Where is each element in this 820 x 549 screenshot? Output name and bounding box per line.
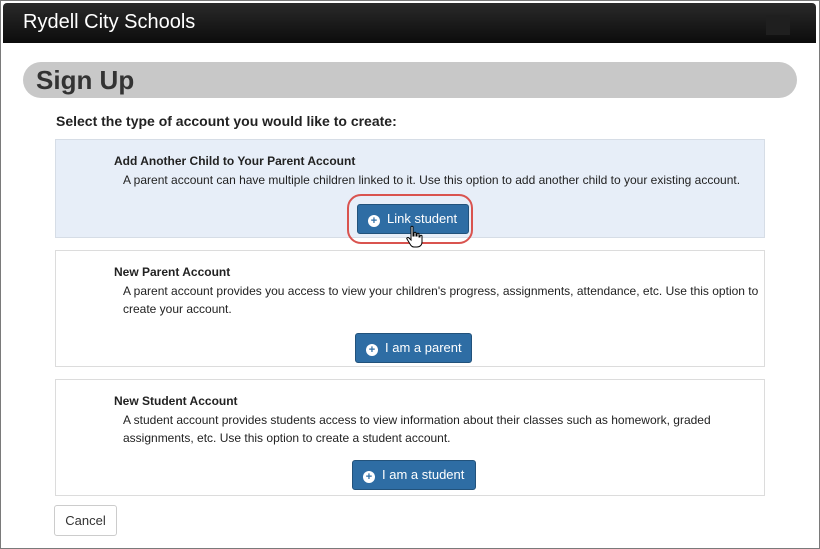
option-title: New Parent Account: [114, 265, 231, 279]
option-description: A parent account can have multiple child…: [123, 173, 741, 187]
option-title: New Student Account: [114, 394, 238, 408]
account-type-prompt: Select the type of account you would lik…: [56, 113, 397, 129]
plus-circle-icon: +: [368, 215, 380, 227]
page-heading-bar: Sign Up: [23, 62, 797, 98]
i-am-a-parent-label: I am a parent: [385, 340, 462, 355]
link-student-label: Link student: [387, 211, 458, 226]
i-am-a-student-button[interactable]: + I am a student: [352, 460, 476, 490]
option-description: A student account provides students acce…: [123, 413, 711, 445]
cancel-button[interactable]: Cancel: [54, 505, 117, 536]
page-title: Sign Up: [36, 65, 135, 95]
top-bar: Rydell City Schools: [3, 3, 816, 43]
option-title: Add Another Child to Your Parent Account: [114, 154, 356, 168]
app-title: Rydell City Schools: [23, 11, 196, 33]
top-bar-control: [766, 15, 790, 35]
plus-circle-icon: +: [366, 344, 378, 356]
i-am-a-parent-button[interactable]: + I am a parent: [355, 333, 472, 363]
i-am-a-student-label: I am a student: [382, 467, 465, 482]
plus-circle-icon: +: [363, 471, 375, 483]
option-description: A parent account provides you access to …: [123, 284, 759, 316]
hand-pointer-icon: [406, 225, 423, 248]
